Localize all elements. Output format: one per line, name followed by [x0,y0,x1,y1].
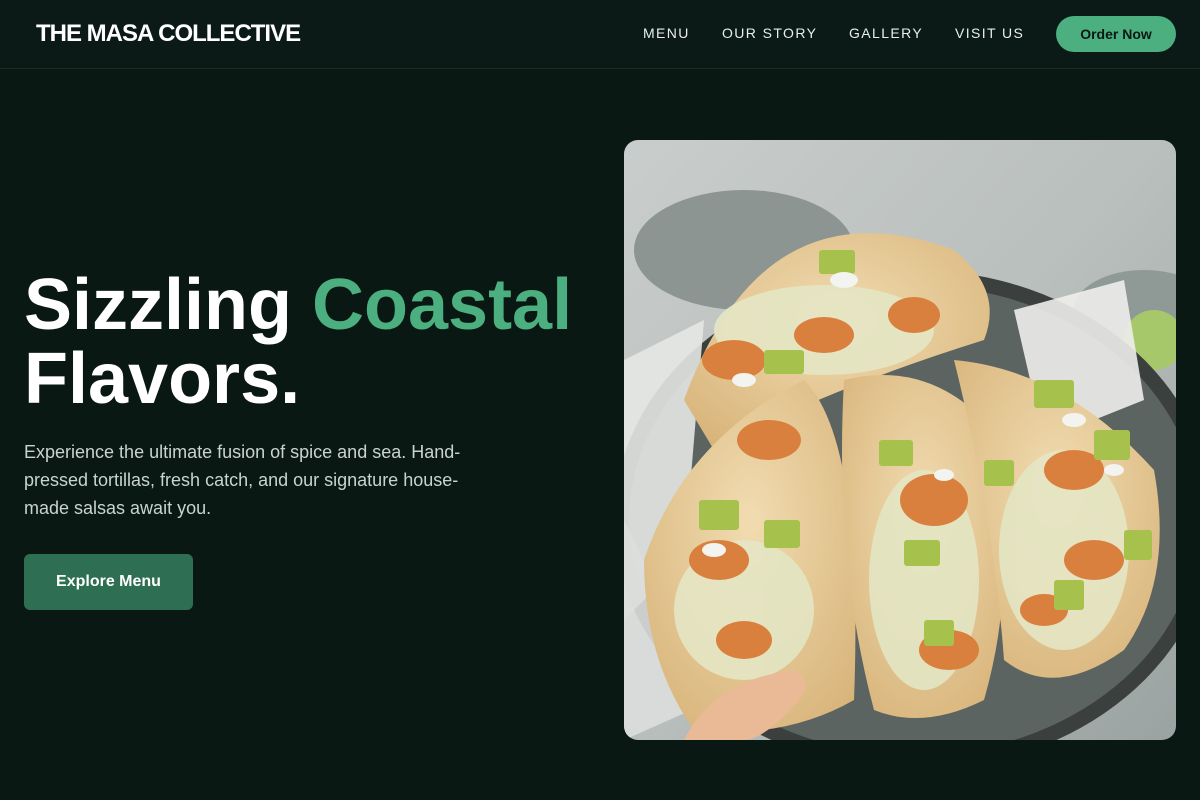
nav-link-menu[interactable]: MENU [643,25,690,41]
hero-description: Experience the ultimate fusion of spice … [24,442,461,518]
shrimp-tacos-illustration [624,140,1176,740]
site-header: THE MASA COLLECTIVE MENU OUR STORY GALLE… [0,0,1200,69]
nav-link-our-story[interactable]: OUR STORY [722,25,817,41]
hero-title-accent: Coastal [312,265,573,345]
hero-title-part1: Sizzling [24,265,292,345]
explore-menu-button[interactable]: Explore Menu [24,554,193,610]
nav-link-gallery[interactable]: GALLERY [849,25,923,41]
main-nav: MENU OUR STORY GALLERY VISIT US [0,25,1200,45]
hero-title: Sizzling Coastal Flavors. [24,268,604,416]
hero-image [624,140,1176,740]
hero-title-part2: Flavors. [24,339,301,419]
order-now-button[interactable]: Order Now [1056,16,1176,52]
nav-link-visit-us[interactable]: VISIT US [955,25,1024,41]
